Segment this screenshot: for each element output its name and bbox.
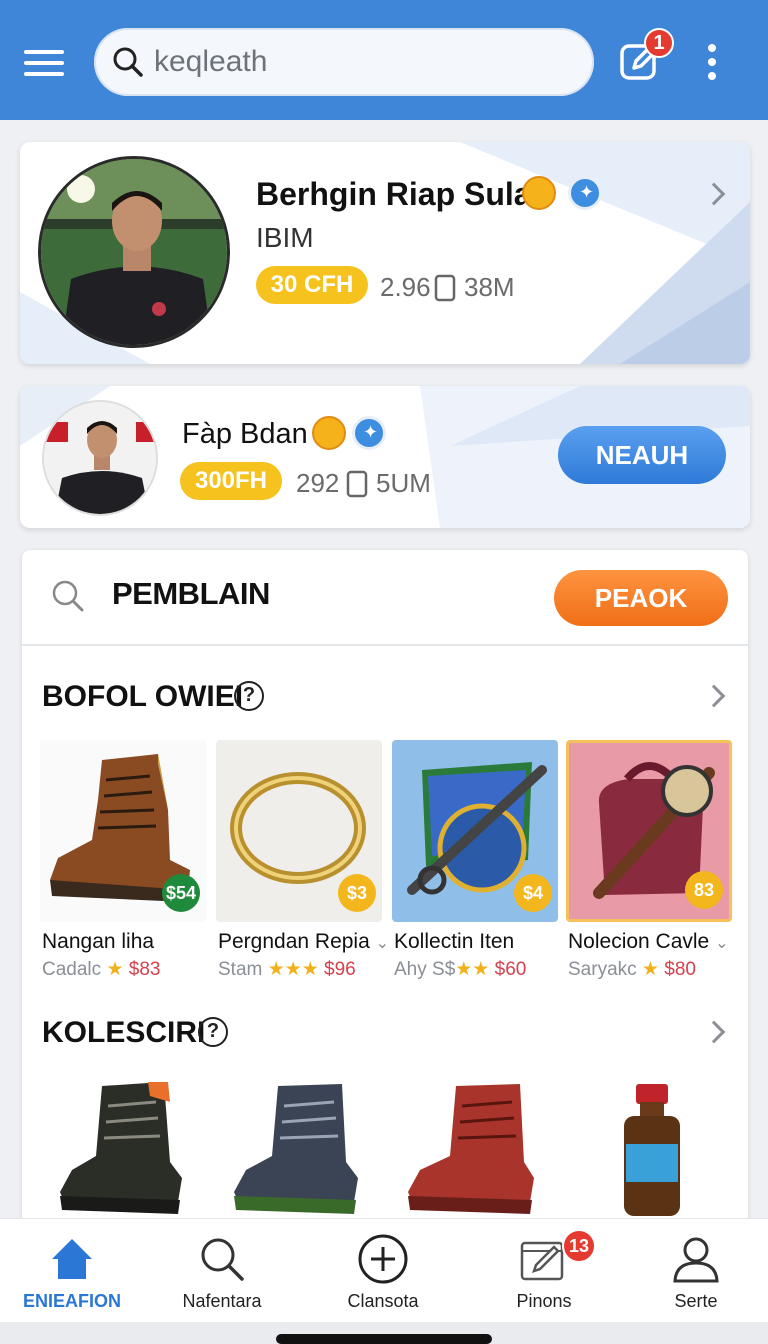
chevron-right-icon[interactable]	[702, 182, 726, 206]
storage-icon	[434, 274, 456, 302]
product-image-collectible: $4	[392, 740, 558, 922]
profile-icon	[673, 1237, 719, 1283]
product-image-bottle[interactable]	[602, 1082, 702, 1218]
product-image-boot: $54	[40, 740, 206, 922]
verified-icon	[568, 176, 602, 210]
price-badge: 83	[685, 871, 723, 909]
top-app-bar: keqleath 1	[0, 0, 768, 120]
product-image-boot-black[interactable]	[52, 1082, 192, 1218]
chevron-right-icon[interactable]	[702, 1020, 726, 1044]
stat-value: 2.96	[380, 272, 431, 302]
more-vertical-icon[interactable]	[704, 44, 720, 84]
follow-button[interactable]: NEAUH	[558, 426, 726, 484]
nav-item-search[interactable]: Nafentara	[152, 1219, 292, 1323]
search-icon	[113, 47, 143, 77]
add-circle-icon	[358, 1234, 408, 1284]
section-title-collection: KOLESCIRI	[42, 1016, 206, 1049]
action-button[interactable]: PEAOK	[554, 570, 728, 626]
avatar	[38, 156, 230, 348]
notification-badge: 13	[562, 1229, 596, 1263]
stat-size: 5UM	[376, 468, 431, 498]
home-icon	[52, 1239, 92, 1279]
bottom-navigation: ENIEAFION Nafentara Clansota 13 Pinons S…	[0, 1218, 768, 1322]
price-badge: $54	[162, 874, 200, 912]
product-card[interactable]: $3 Pergndan Repia ⌄ Stam ★★★ $96	[216, 740, 389, 980]
product-card[interactable]: $54 Nangan liha Cadalc ★ $83	[40, 740, 206, 980]
search-value: keqleath	[154, 45, 268, 78]
marketplace-panel: PEMBLAIN PEAOK BOFOL OWIEI ? $54 Nangan …	[22, 550, 748, 1230]
help-icon[interactable]: ?	[234, 681, 264, 711]
price-badge: $3	[338, 874, 376, 912]
nav-label: Nafentara	[182, 1291, 262, 1311]
product-card[interactable]: $4 Kollectin Iten Ahy S$★★ $60	[392, 740, 558, 980]
product-image-boot-red[interactable]	[400, 1082, 540, 1218]
search-icon	[201, 1238, 244, 1281]
nav-item-create[interactable]: Clansota	[313, 1219, 453, 1323]
nav-label: ENIEAFION	[22, 1291, 121, 1311]
product-meta: Saryakc ★ $80	[568, 959, 696, 980]
product-meta: Ahy S$★★ $60	[394, 959, 527, 980]
help-icon[interactable]: ?	[198, 1017, 228, 1047]
nav-label: Serte	[674, 1291, 718, 1311]
status-badge: 30 CFH	[256, 266, 368, 304]
product-name: Nolecion Cavle ⌄	[568, 930, 729, 953]
section-title-featured: BOFOL OWIEI	[42, 680, 244, 713]
price-badge: $4	[514, 874, 552, 912]
coin-icon	[522, 176, 556, 210]
product-image-bag: 83	[566, 740, 732, 922]
nav-label: Pinons	[516, 1291, 572, 1311]
product-name: Nangan liha	[42, 930, 155, 953]
stat-size: 38M	[464, 272, 515, 302]
product-image-boot-navy[interactable]	[226, 1082, 366, 1218]
status-badge: 300FH	[180, 462, 282, 500]
search-input[interactable]: keqleath	[94, 28, 594, 96]
stat-value: 292	[296, 468, 340, 498]
nav-item-profile[interactable]: Serte	[626, 1219, 766, 1323]
nav-item-home[interactable]: ENIEAFION	[2, 1219, 142, 1323]
avatar	[42, 400, 158, 516]
profile-name: Berhgin Riap Sulan	[256, 176, 552, 212]
profile-name: Fàp Bdan	[182, 418, 308, 450]
search-icon[interactable]	[50, 578, 86, 614]
compose-button[interactable]: 1	[618, 28, 674, 84]
product-image-ring: $3	[216, 740, 382, 922]
profile-card-secondary[interactable]: Fàp Bdan 300FH 292 5UM NEAUH	[20, 386, 750, 528]
product-name: Pergndan Repia ⌄	[218, 930, 390, 953]
divider	[22, 644, 748, 646]
profile-card-primary[interactable]: Berhgin Riap Sulan IBIM 30 CFH 2.96 38M	[20, 142, 750, 364]
menu-icon[interactable]	[24, 50, 64, 76]
profile-subtitle: IBIM	[256, 222, 314, 253]
nav-item-pinons[interactable]: 13 Pinons	[474, 1219, 614, 1323]
panel-search-label[interactable]: PEMBLAIN	[112, 576, 270, 612]
product-card[interactable]: 83 Nolecion Cavle ⌄ Saryakc ★ $80	[566, 740, 732, 980]
nav-label: Clansota	[347, 1291, 419, 1311]
storage-icon	[346, 470, 368, 498]
home-indicator[interactable]	[276, 1334, 492, 1344]
edit-icon	[520, 1241, 564, 1281]
verified-icon	[352, 416, 386, 450]
product-name: Kollectin Iten	[394, 930, 515, 953]
product-meta: Cadalc ★ $83	[42, 959, 161, 980]
chevron-right-icon[interactable]	[702, 684, 726, 708]
product-meta: Stam ★★★ $96	[218, 959, 356, 980]
coin-icon	[312, 416, 346, 450]
notification-badge: 1	[644, 28, 674, 58]
